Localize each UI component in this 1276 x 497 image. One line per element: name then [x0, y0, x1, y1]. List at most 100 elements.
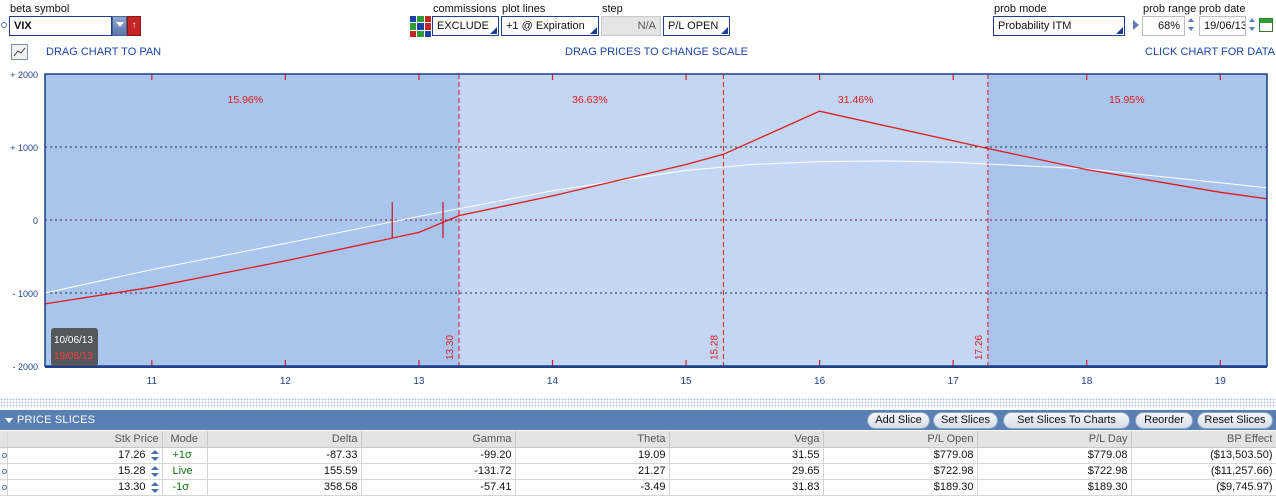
- prob-date-stepper[interactable]: [1247, 16, 1257, 36]
- col-pl-open[interactable]: P/L Open: [823, 431, 978, 448]
- stk-price-value: 17.26: [117, 449, 146, 461]
- plot-lines-select[interactable]: +1 @ Expiration: [501, 16, 599, 36]
- stk-price-stepper[interactable]: [150, 465, 159, 478]
- click-chart-hint: CLICK CHART FOR DATA: [1145, 46, 1275, 58]
- set-slices-button[interactable]: Set Slices: [933, 412, 998, 429]
- panel-separator: [0, 398, 1276, 408]
- col-gamma[interactable]: Gamma: [361, 431, 516, 448]
- col-bp-effect[interactable]: BP Effect: [1131, 431, 1276, 448]
- reset-slices-button[interactable]: Reset Slices: [1197, 412, 1273, 429]
- symbol-lookup-icon[interactable]: ↑: [127, 16, 141, 36]
- x-tick-label: 19: [1215, 376, 1227, 387]
- prob-mode-select[interactable]: Probability ITM: [993, 16, 1125, 36]
- prob-mode-value: Probability ITM: [998, 20, 1072, 32]
- expiration-date-label: 19/06/13: [54, 351, 93, 362]
- delta-cell: 358.58: [207, 479, 362, 496]
- stk-price-cell[interactable]: 15.28: [7, 463, 163, 480]
- current-date-label: 10/06/13: [54, 335, 93, 346]
- gamma-cell: -131.72: [361, 463, 516, 480]
- stk-price-stepper[interactable]: [150, 449, 159, 462]
- y-tick-label: + 2000: [10, 70, 38, 80]
- calendar-icon[interactable]: [1259, 18, 1273, 32]
- pl-mode-select[interactable]: P/L OPEN: [663, 16, 730, 36]
- beta-symbol-dropdown-button[interactable]: [112, 16, 127, 36]
- add-slice-button[interactable]: Add Slice: [867, 412, 930, 429]
- slice-label: 13.30: [445, 335, 456, 360]
- bp-effect-cell: ($9,745.97): [1131, 479, 1276, 496]
- x-tick-label: 15: [680, 376, 692, 387]
- price-slices-table: Stk Price Mode Delta Gamma Theta Vega P/…: [0, 431, 1276, 496]
- probability-label: 31.46%: [838, 94, 874, 106]
- date-badge: 10/06/13 19/06/13: [51, 328, 98, 366]
- step-value: N/A: [637, 20, 656, 32]
- pl-day-cell: $189.30: [977, 479, 1132, 496]
- delta-cell: 155.59: [207, 463, 362, 480]
- table-row[interactable]: 13.30 -1σ 358.58 -57.41 -3.49 31.83 $189…: [0, 479, 1276, 496]
- col-theta[interactable]: Theta: [515, 431, 670, 448]
- stk-price-value: 13.30: [117, 481, 146, 493]
- commissions-grid-icon[interactable]: [410, 16, 431, 37]
- drag-to-pan-hint: DRAG CHART TO PAN: [46, 46, 162, 58]
- prob-date-label: prob date: [1199, 3, 1246, 15]
- col-pl-day[interactable]: P/L Day: [977, 431, 1132, 448]
- table-row[interactable]: 15.28 Live 155.59 -131.72 21.27 29.65 $7…: [0, 463, 1276, 480]
- stk-price-stepper[interactable]: [150, 481, 159, 494]
- stk-price-value: 15.28: [117, 465, 146, 477]
- prob-play-icon[interactable]: [1133, 20, 1139, 30]
- bp-effect-cell: ($13,503.50): [1131, 447, 1276, 464]
- beta-symbol-dot: [1, 22, 7, 28]
- mode-cell: Live: [162, 463, 208, 480]
- col-stk-price[interactable]: Stk Price: [7, 431, 163, 448]
- reorder-button[interactable]: Reorder: [1135, 412, 1193, 429]
- theta-cell: -3.49: [515, 479, 670, 496]
- x-tick-label: 12: [280, 376, 292, 387]
- table-row[interactable]: 17.26 +1σ -87.33 -99.20 19.09 31.55 $779…: [0, 447, 1276, 464]
- commissions-value: EXCLUDE: [437, 20, 489, 32]
- pl-open-cell: $779.08: [823, 447, 978, 464]
- drag-prices-hint: DRAG PRICES TO CHANGE SCALE: [565, 46, 748, 58]
- plot-lines-label: plot lines: [502, 3, 546, 15]
- beta-symbol-field[interactable]: VIX: [9, 16, 112, 36]
- y-tick-label: - 2000: [12, 362, 38, 372]
- price-slices-header: PRICE SLICES Add Slice Set Slices Set Sl…: [0, 410, 1276, 430]
- col-mode[interactable]: Mode: [162, 431, 208, 448]
- collapse-triangle-icon[interactable]: [5, 418, 13, 423]
- x-tick-label: 11: [147, 376, 158, 387]
- chevron-down-icon: [116, 22, 124, 27]
- x-tick-label: 16: [814, 376, 826, 387]
- pl-open-cell: $722.98: [823, 463, 978, 480]
- plot-lines-value: +1 @ Expiration: [506, 20, 585, 32]
- gamma-cell: -57.41: [361, 479, 516, 496]
- risk-profile-chart[interactable]: + 2000 + 1000 0 - 1000 - 2000 11 12 13 14 15 16 17 1…: [0, 66, 1276, 398]
- row-select-dot[interactable]: [0, 447, 8, 464]
- col-vega[interactable]: Vega: [669, 431, 824, 448]
- prob-range-stepper[interactable]: [1186, 16, 1196, 36]
- col-delta[interactable]: Delta: [207, 431, 362, 448]
- mode-cell: -1σ: [162, 479, 208, 496]
- beta-symbol-label: beta symbol: [10, 3, 70, 15]
- probability-label: 36.63%: [572, 94, 608, 106]
- prob-mode-label: prob mode: [994, 3, 1047, 15]
- probability-label: 15.96%: [228, 94, 264, 106]
- x-tick-label: 13: [413, 376, 425, 387]
- gutter-header: [0, 431, 8, 448]
- row-select-dot[interactable]: [0, 479, 8, 496]
- theta-cell: 19.09: [515, 447, 670, 464]
- beta-symbol-value: VIX: [14, 20, 32, 32]
- stk-price-cell[interactable]: 17.26: [7, 447, 163, 464]
- y-tick-label: + 1000: [10, 143, 38, 153]
- pl-day-cell: $722.98: [977, 463, 1132, 480]
- theta-cell: 21.27: [515, 463, 670, 480]
- y-tick-label: - 1000: [12, 289, 38, 299]
- set-slices-to-charts-button[interactable]: Set Slices To Charts: [1003, 412, 1130, 429]
- slice-label: 17.26: [974, 335, 985, 360]
- pl-day-cell: $779.08: [977, 447, 1132, 464]
- chart-style-icon[interactable]: [11, 44, 28, 60]
- step-field: N/A: [601, 16, 661, 36]
- row-select-dot[interactable]: [0, 463, 8, 480]
- x-tick-label: 17: [948, 376, 960, 387]
- prob-range-field[interactable]: 68%: [1142, 16, 1185, 36]
- commissions-select[interactable]: EXCLUDE: [432, 16, 499, 36]
- prob-date-field[interactable]: 19/06/13: [1199, 16, 1246, 36]
- stk-price-cell[interactable]: 13.30: [7, 479, 163, 496]
